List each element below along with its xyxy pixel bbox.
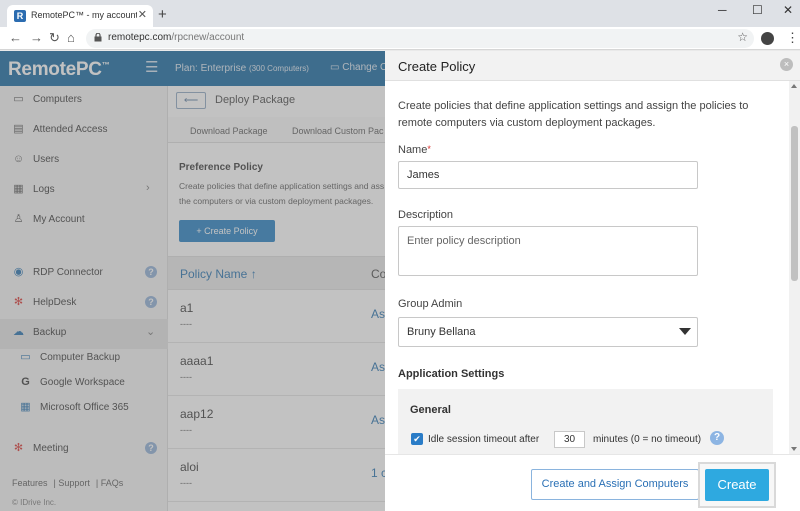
tab-close-icon[interactable]: ✕ — [138, 8, 147, 21]
dialog-footer: Create and Assign Computers Create — [385, 454, 800, 511]
idle-timeout-unit: minutes (0 = no timeout) — [593, 434, 702, 445]
application-settings-title: Application Settings — [398, 368, 505, 380]
group-admin-label: Group Admin — [398, 298, 463, 310]
dialog-title: Create Policy — [398, 59, 476, 74]
checkmark-icon: ✔ — [413, 434, 421, 444]
browser-tab[interactable]: R RemotePC™ - my account information ✕ — [7, 5, 153, 27]
idle-timeout-input[interactable] — [554, 431, 585, 448]
required-marker: * — [427, 144, 431, 154]
profile-avatar-icon[interactable] — [761, 32, 774, 45]
home-icon[interactable]: ⌂ — [67, 30, 75, 45]
create-button-highlight: Create — [698, 462, 776, 508]
group-admin-value: Bruny Bellana — [407, 326, 476, 338]
group-admin-select[interactable]: Bruny Bellana — [398, 317, 698, 347]
general-settings-panel: General ✔ Idle session timeout after min… — [398, 389, 773, 461]
general-title: General — [410, 404, 451, 416]
new-tab-icon[interactable]: + — [158, 6, 167, 23]
policy-name-input[interactable] — [398, 161, 698, 189]
dialog-scrollbar[interactable] — [789, 81, 800, 454]
tab-title: RemotePC™ - my account information — [31, 10, 137, 20]
minimize-icon[interactable]: ─ — [718, 3, 727, 17]
lock-icon — [94, 33, 102, 42]
url-text: remotepc.com/rpcnew/account — [108, 32, 244, 43]
dialog-header: Create Policy × — [385, 51, 800, 81]
description-label: Description — [398, 209, 454, 221]
url-host: remotepc.com — [108, 32, 172, 43]
scroll-down-icon[interactable] — [791, 447, 797, 451]
create-policy-dialog: Create Policy × Create policies that def… — [385, 51, 800, 511]
close-icon[interactable]: × — [780, 58, 793, 71]
window-close-icon[interactable]: ✕ — [783, 3, 793, 17]
scrollbar-thumb[interactable] — [791, 126, 798, 281]
browser-menu-icon[interactable]: ⋮ — [786, 30, 799, 46]
policy-description-input[interactable] — [398, 226, 698, 276]
create-button[interactable]: Create — [705, 469, 769, 501]
idle-timeout-checkbox[interactable]: ✔ — [411, 433, 423, 445]
url-path: /rpcnew/account — [171, 32, 245, 43]
maximize-icon[interactable]: ☐ — [752, 3, 763, 17]
forward-arrow-icon[interactable]: → — [30, 30, 43, 45]
bookmark-star-icon[interactable]: ☆ — [737, 30, 748, 44]
browser-titlebar: R RemotePC™ - my account information ✕ +… — [0, 0, 800, 27]
address-bar[interactable]: remotepc.com/rpcnew/account ☆ — [86, 29, 754, 48]
back-arrow-icon[interactable]: ← — [9, 30, 22, 45]
dialog-description: Create policies that define application … — [398, 100, 749, 129]
modal-backdrop[interactable] — [0, 51, 385, 511]
create-and-assign-button[interactable]: Create and Assign Computers — [531, 469, 699, 500]
idle-timeout-label: Idle session timeout after — [428, 434, 540, 445]
caret-down-icon — [679, 328, 691, 335]
scroll-up-icon[interactable] — [791, 84, 797, 88]
remotepc-favicon-icon: R — [14, 10, 26, 22]
reload-icon[interactable]: ↻ — [49, 30, 60, 46]
name-label-text: Name — [398, 144, 428, 156]
browser-toolbar: ← → ↻ ⌂ remotepc.com/rpcnew/account ☆ — [0, 27, 800, 50]
help-icon[interactable]: ? — [710, 431, 724, 445]
name-label: Name* — [398, 144, 431, 156]
